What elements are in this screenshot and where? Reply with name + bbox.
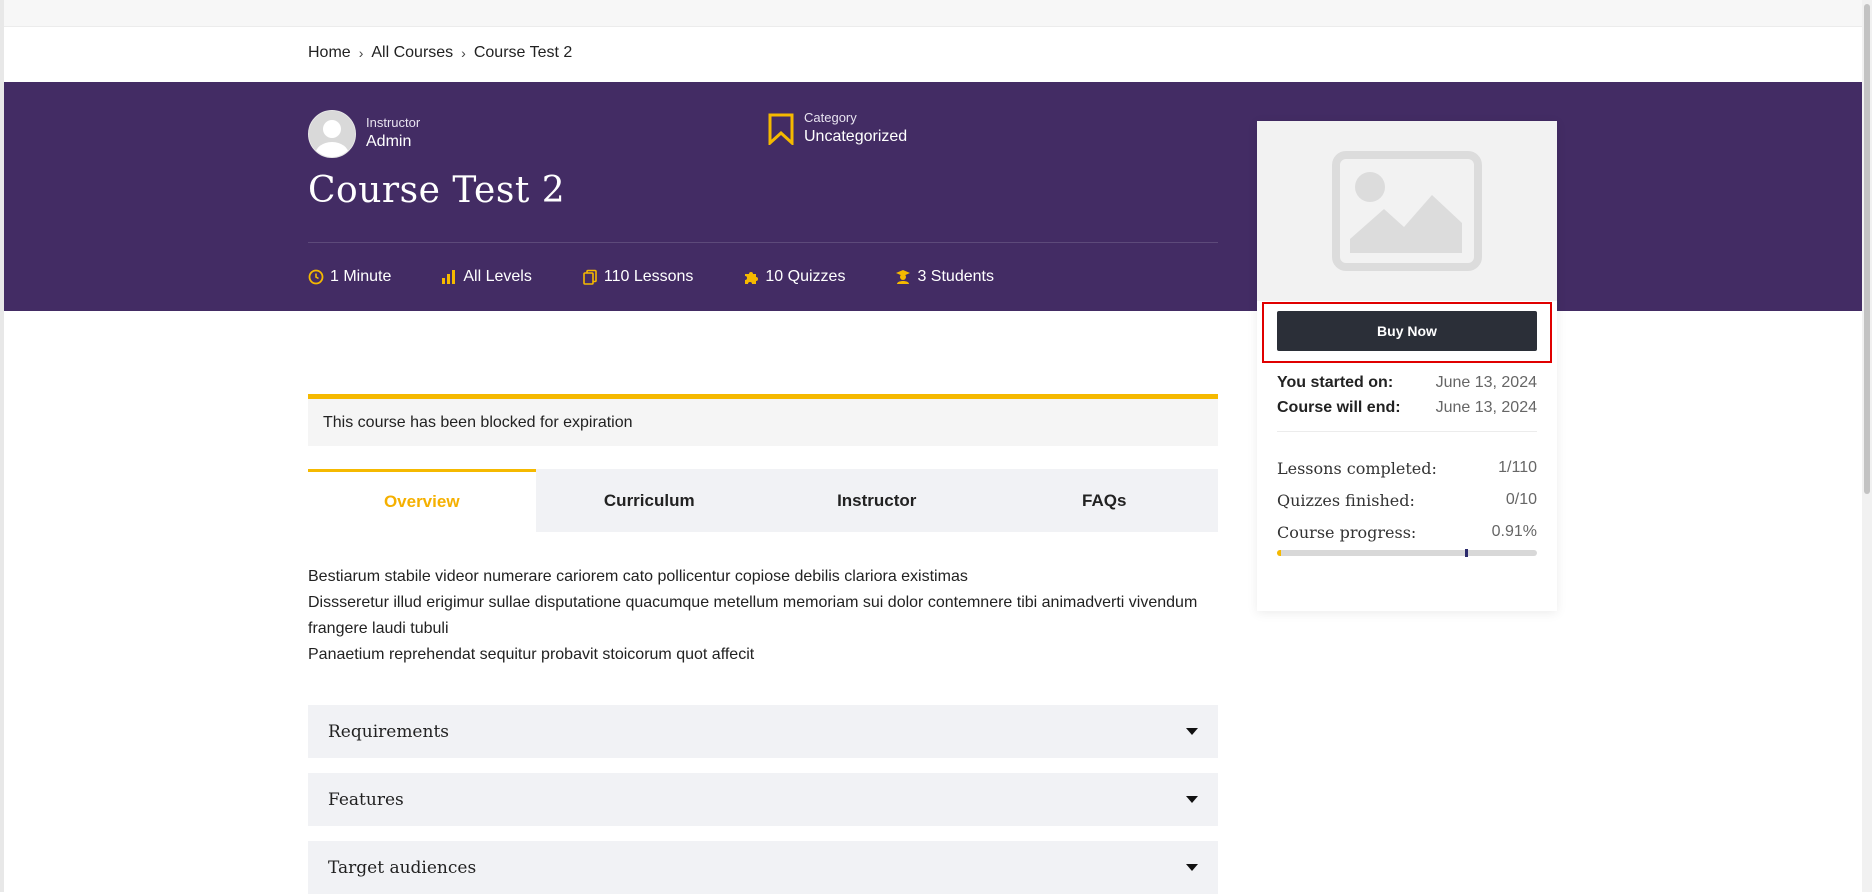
copy-icon (583, 269, 597, 285)
course-sidebar-card: Buy Now You started on: June 13, 2024 Co… (1257, 121, 1557, 611)
quizzes-finished-value: 0/10 (1505, 491, 1537, 508)
student-icon (896, 270, 911, 284)
course-stats: 1 Minute All Levels 110 Lessons 10 Quizz… (308, 268, 1044, 286)
card-divider (1277, 431, 1537, 432)
tab-overview[interactable]: Overview (308, 469, 536, 532)
hero-divider (308, 242, 1218, 243)
avatar-placeholder-icon (309, 111, 355, 157)
overview-paragraph: Bestiarum stabile videor numerare carior… (308, 568, 968, 585)
quizzes-finished-label: Quizzes finished: (1277, 491, 1415, 510)
breadcrumb-current: Course Test 2 (473, 44, 573, 61)
image-placeholder-icon (1332, 151, 1482, 271)
caret-down-icon (1186, 796, 1198, 803)
accordion-features[interactable]: Features (308, 773, 1218, 826)
category-label: Category (804, 110, 857, 125)
stat-lessons: 110 Lessons (582, 268, 694, 286)
stat-duration: 1 Minute (308, 268, 391, 286)
course-progress-label: Course progress: (1277, 523, 1417, 542)
lessons-completed-label: Lessons completed: (1277, 459, 1437, 478)
started-on-row: You started on: June 13, 2024 (1277, 374, 1537, 392)
accordion-title: Requirements (328, 721, 450, 742)
overview-content: Bestiarum stabile videor numerare carior… (308, 564, 1223, 668)
breadcrumb-all-courses-link[interactable]: All Courses (371, 44, 453, 62)
overview-paragraph: Dissseretur illud erigimur sullae disput… (308, 594, 1198, 637)
course-end-row: Course will end: June 13, 2024 (1277, 399, 1537, 417)
stat-level: All Levels (441, 268, 532, 286)
scrollbar[interactable] (1862, 0, 1872, 892)
progress-passing-marker (1465, 549, 1468, 557)
overview-paragraph: Panaetium reprehendat sequitur probavit … (308, 646, 755, 663)
tab-faqs[interactable]: FAQs (991, 469, 1219, 532)
caret-down-icon (1186, 728, 1198, 735)
chevron-right-icon: › (461, 45, 466, 61)
accordion-title: Features (328, 789, 404, 810)
stat-duration-text: 1 Minute (330, 268, 392, 285)
course-end-value: June 13, 2024 (1435, 399, 1537, 416)
breadcrumb-home-link[interactable]: Home (308, 44, 351, 62)
accordion-target-audiences[interactable]: Target audiences (308, 841, 1218, 894)
breadcrumb: Home › All Courses › Course Test 2 (308, 44, 572, 62)
course-thumbnail (1257, 121, 1557, 301)
expiration-notice: This course has been blocked for expirat… (308, 394, 1218, 446)
scrollbar-thumb[interactable] (1864, 4, 1870, 494)
buy-now-button[interactable]: Buy Now (1277, 311, 1537, 351)
instructor-info: Instructor Admin (308, 110, 420, 158)
bookmark-icon (768, 113, 794, 145)
tab-curriculum[interactable]: Curriculum (536, 469, 764, 532)
course-progress-row: Course progress: 0.91% (1277, 523, 1537, 542)
stat-students-text: 3 Students (917, 268, 994, 285)
accordion-requirements[interactable]: Requirements (308, 705, 1218, 758)
course-end-label: Course will end: (1277, 399, 1401, 416)
category-info: Category Uncategorized (768, 110, 907, 148)
lessons-completed-value: 1/110 (1498, 459, 1537, 476)
stat-level-text: All Levels (463, 268, 532, 285)
accordion-title: Target audiences (328, 857, 477, 878)
started-on-value: June 13, 2024 (1435, 374, 1537, 391)
top-bar (0, 0, 1862, 27)
chevron-right-icon: › (358, 45, 364, 61)
bar-chart-icon (442, 270, 456, 284)
lessons-completed-row: Lessons completed: 1/110 (1277, 459, 1537, 478)
quizzes-finished-row: Quizzes finished: 0/10 (1277, 491, 1537, 510)
stat-students: 3 Students (895, 268, 994, 286)
avatar[interactable] (308, 110, 356, 158)
clock-icon (308, 269, 324, 285)
tab-instructor[interactable]: Instructor (763, 469, 991, 532)
course-progress-value: 0.91% (1491, 523, 1537, 540)
caret-down-icon (1186, 864, 1198, 871)
course-progress-fill (1277, 550, 1281, 556)
puzzle-icon (745, 272, 759, 284)
course-progress-bar (1277, 550, 1537, 556)
started-on-label: You started on: (1277, 374, 1394, 391)
stat-quizzes: 10 Quizzes (743, 268, 845, 286)
instructor-name[interactable]: Admin (366, 131, 420, 153)
course-tabs: Overview Curriculum Instructor FAQs (308, 469, 1218, 532)
category-name[interactable]: Uncategorized (804, 126, 907, 148)
instructor-label: Instructor (366, 115, 421, 130)
stat-lessons-text: 110 Lessons (603, 268, 694, 285)
page-title: Course Test 2 (308, 170, 566, 211)
stat-quizzes-text: 10 Quizzes (765, 268, 846, 285)
